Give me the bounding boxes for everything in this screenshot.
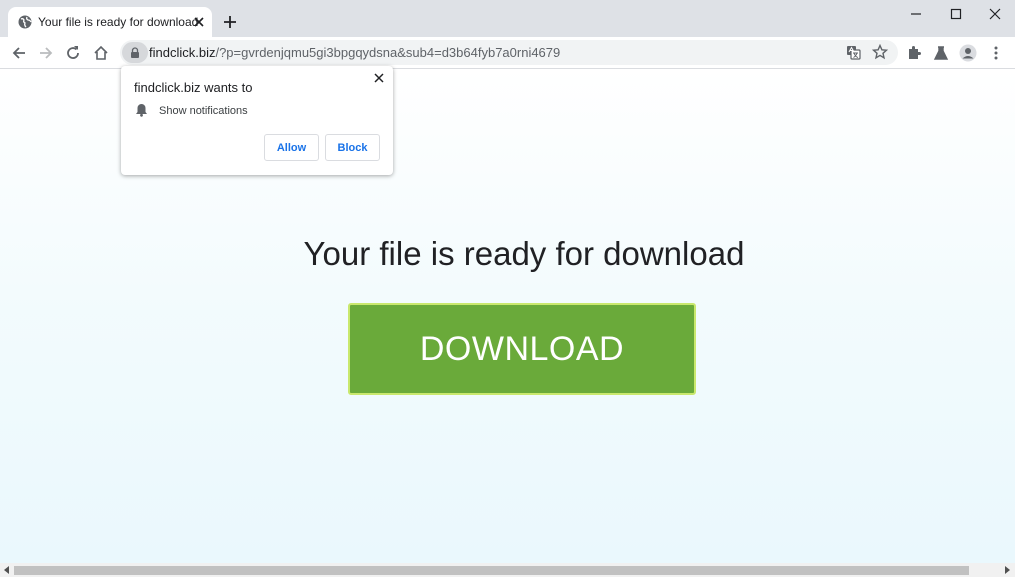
browser-toolbar: findclick.biz/?p=gvrdenjqmu5gi3bpgqydsna…: [0, 37, 1015, 69]
home-icon[interactable]: [92, 44, 110, 62]
forward-icon[interactable]: [37, 44, 55, 62]
tab-strip: Your file is ready for download: [0, 0, 1015, 37]
lock-icon: [131, 47, 139, 58]
translate-icon[interactable]: [846, 45, 861, 60]
reload-icon[interactable]: [64, 44, 82, 62]
browser-tab[interactable]: Your file is ready for download: [8, 7, 212, 37]
scrollbar-thumb[interactable]: [14, 566, 969, 575]
maximize-icon[interactable]: [948, 6, 964, 22]
address-bar[interactable]: findclick.biz/?p=gvrdenjqmu5gi3bpgqydsna…: [120, 40, 898, 65]
url-host: findclick.biz: [149, 45, 216, 60]
menu-icon[interactable]: [987, 44, 1005, 62]
url-text: findclick.biz/?p=gvrdenjqmu5gi3bpgqydsna…: [149, 45, 560, 60]
url-path: /?p=gvrdenjqmu5gi3bpgqydsna&sub4=d3b64fy…: [215, 45, 561, 60]
horizontal-scrollbar[interactable]: [0, 563, 1015, 577]
permission-text: Show notifications: [159, 105, 248, 117]
tab-title: Your file is ready for download: [38, 15, 199, 29]
site-info-button[interactable]: [122, 42, 148, 63]
plus-icon[interactable]: [222, 14, 238, 30]
puzzle-icon[interactable]: [905, 44, 923, 62]
scroll-left-icon[interactable]: [3, 566, 11, 574]
block-button[interactable]: Block: [325, 134, 380, 161]
profile-icon[interactable]: [959, 44, 977, 62]
scroll-right-icon[interactable]: [1003, 566, 1011, 574]
minimize-icon[interactable]: [908, 6, 924, 22]
star-icon[interactable]: [872, 44, 888, 60]
page-headline: Your file is ready for download: [303, 235, 745, 272]
popup-title: findclick.biz wants to: [134, 80, 253, 95]
close-icon[interactable]: [192, 15, 206, 29]
globe-icon: [18, 15, 32, 29]
close-icon[interactable]: [373, 72, 385, 84]
allow-button[interactable]: Allow: [264, 134, 319, 161]
back-icon[interactable]: [10, 44, 28, 62]
flask-icon[interactable]: [932, 44, 950, 62]
close-icon[interactable]: [987, 6, 1003, 22]
bell-icon: [136, 104, 147, 117]
download-button[interactable]: DOWNLOAD: [348, 303, 696, 395]
permission-popup: findclick.biz wants to Show notification…: [121, 66, 393, 175]
